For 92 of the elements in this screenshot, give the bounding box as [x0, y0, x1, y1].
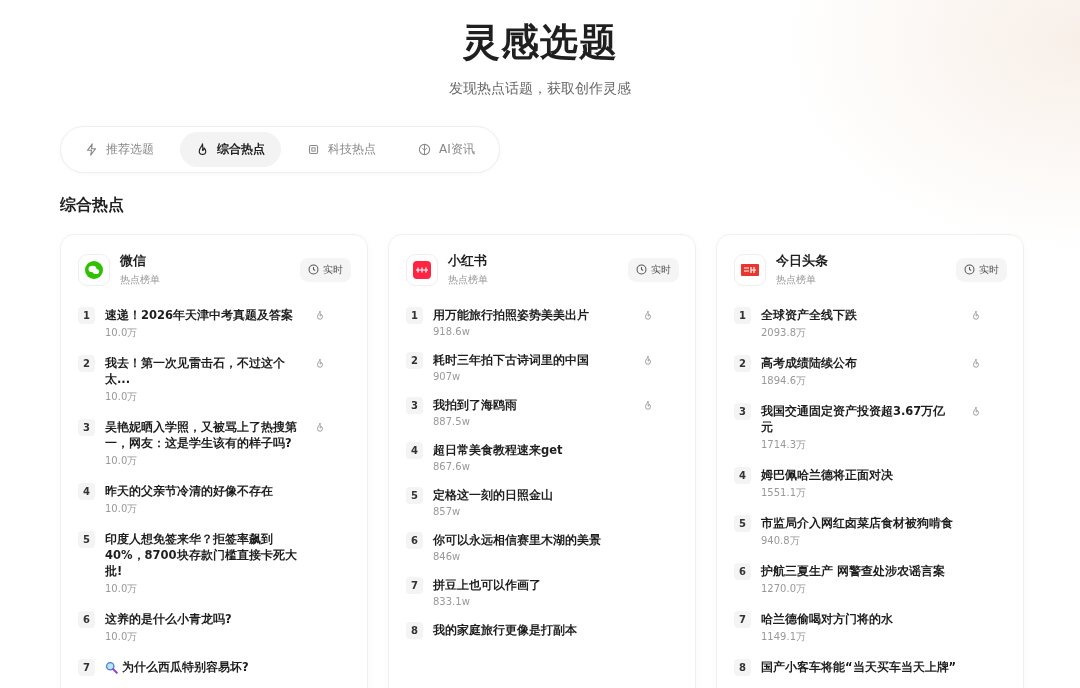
heat-count: 846w	[433, 551, 462, 562]
topic-link[interactable]: 哈兰德偷喝对方门将的水	[761, 611, 893, 627]
lightning-icon	[85, 143, 98, 156]
topic-link[interactable]: 国产小客车将能“当天买车当天上牌”	[761, 659, 957, 675]
topic-link[interactable]: 吴艳妮晒入学照，又被骂上了热搜第一，网友：这是学生该有的样子吗?	[105, 419, 301, 451]
rank-number: 8	[406, 622, 423, 639]
topic-link[interactable]: 我拍到了海鸥雨	[433, 397, 517, 413]
topic-link[interactable]: 市监局介入网红卤菜店食材被狗啃食	[761, 515, 953, 531]
clock-icon	[636, 264, 647, 275]
heat-count: 1714.3万	[761, 438, 807, 452]
rank-number: 1	[734, 307, 751, 324]
clock-icon	[308, 264, 319, 275]
topic-link[interactable]: 耗时三年拍下古诗词里的中国	[433, 352, 589, 368]
rank-number: 2	[734, 355, 751, 372]
rank-number: 8	[734, 659, 751, 676]
topic-link[interactable]: 护航三夏生产 网警查处涉农谣言案	[761, 563, 945, 579]
heat-count: 1894.6万	[761, 374, 807, 388]
board-subtitle: 热点榜单	[776, 273, 817, 287]
rank-number: 2	[406, 352, 423, 369]
realtime-button[interactable]: 实时	[956, 257, 1007, 282]
clock-icon	[964, 264, 975, 275]
topic-link[interactable]: 定格这一刻的日照金山	[433, 487, 553, 503]
globe-icon	[418, 143, 431, 156]
topic-link[interactable]: 我国交通固定资产投资超3.67万亿元	[761, 403, 957, 435]
rank-number: 3	[734, 403, 751, 420]
topic-link[interactable]: 用万能旅行拍照姿势美美出片	[433, 307, 589, 323]
chip-icon	[307, 143, 320, 156]
topic-link[interactable]: 我的家庭旅行更像是打副本	[433, 622, 577, 638]
topic-link[interactable]: 昨天的父亲节冷清的好像不存在	[105, 483, 273, 499]
rank-number: 4	[78, 483, 95, 500]
topic-link[interactable]: 为什么西瓜特别容易坏?	[122, 659, 249, 675]
tab[interactable]: 推荐选题	[69, 132, 170, 167]
board-subtitle: 热点榜单	[120, 273, 161, 287]
rank-number: 1	[78, 307, 95, 324]
topic-link[interactable]: 你可以永远相信赛里木湖的美景	[433, 532, 601, 548]
topic-link[interactable]: 全球资产全线下跌	[761, 307, 857, 323]
rank-number: 5	[406, 487, 423, 504]
heat-count: 10.0万	[105, 502, 139, 516]
rank-number: 6	[406, 532, 423, 549]
board-name: 今日头条	[776, 252, 829, 270]
heat-count: 1551.1万	[761, 486, 807, 500]
heat-count: 1149.1万	[761, 630, 807, 644]
rank-number: 2	[78, 355, 95, 372]
heat-count: 10.0万	[105, 630, 139, 644]
topic-link[interactable]: 高考成绩陆续公布	[761, 355, 857, 371]
rank-number: 4	[406, 442, 423, 459]
topic-link[interactable]: 这养的是什么小青龙吗?	[105, 611, 232, 627]
rank-number: 5	[734, 515, 751, 532]
heat-count: 857w	[433, 506, 462, 517]
heat-count: 833.1w	[433, 596, 471, 607]
page-title: 灵感选题	[462, 19, 618, 66]
rank-number: 6	[734, 563, 751, 580]
app-logo-icon	[734, 253, 766, 286]
rank-number: 1	[406, 307, 423, 324]
heat-count: 940.8万	[761, 534, 801, 548]
rank-number: 6	[78, 611, 95, 628]
section-title: 综合热点	[60, 195, 125, 216]
board-name: 微信	[120, 252, 147, 270]
topic-link[interactable]: 我去！第一次见雷击石，不过这个太...	[105, 355, 301, 387]
topic-link[interactable]: 超日常美食教程速来get	[433, 442, 563, 458]
rank-number: 7	[734, 611, 751, 628]
app-logo-icon	[406, 253, 438, 286]
rank-number: 3	[406, 397, 423, 414]
heat-count: 867.6w	[433, 461, 471, 472]
realtime-button[interactable]: 实时	[300, 257, 351, 282]
tab[interactable]: 综合热点	[180, 132, 281, 167]
page-subtitle: 发现热点话题，获取创作灵感	[449, 80, 631, 98]
heat-count: 1270.0万	[761, 582, 807, 596]
rank-number: 4	[734, 467, 751, 484]
flame-icon	[196, 143, 209, 156]
rank-number: 7	[406, 577, 423, 594]
tab[interactable]: AI资讯	[402, 132, 491, 167]
tab[interactable]: 科技热点	[291, 132, 392, 167]
board-subtitle: 热点榜单	[448, 273, 489, 287]
heat-count: 10.0万	[105, 326, 139, 340]
heat-count: 918.6w	[433, 326, 471, 337]
rank-number: 7	[78, 659, 95, 676]
rank-number: 5	[78, 531, 95, 548]
topic-link[interactable]: 印度人想免签来华？拒签率飙到40%，8700块存款门槛直接卡死大批!	[105, 531, 301, 579]
board-name: 小红书	[448, 252, 488, 270]
realtime-button[interactable]: 实时	[628, 257, 679, 282]
topic-link[interactable]: 速递！2026年天津中考真题及答案	[105, 307, 293, 323]
heat-count: 10.0万	[105, 582, 139, 596]
heat-count: 10.0万	[105, 390, 139, 404]
topic-link[interactable]: 姆巴佩哈兰德将正面对决	[761, 467, 893, 483]
heat-count: 2093.8万	[761, 326, 807, 340]
rank-number: 3	[78, 419, 95, 436]
topic-link[interactable]: 拼豆上也可以作画了	[433, 577, 541, 593]
heat-count: 907w	[433, 371, 462, 382]
app-logo-icon	[78, 253, 110, 286]
heat-count: 10.0万	[105, 454, 139, 468]
heat-count: 887.5w	[433, 416, 471, 427]
